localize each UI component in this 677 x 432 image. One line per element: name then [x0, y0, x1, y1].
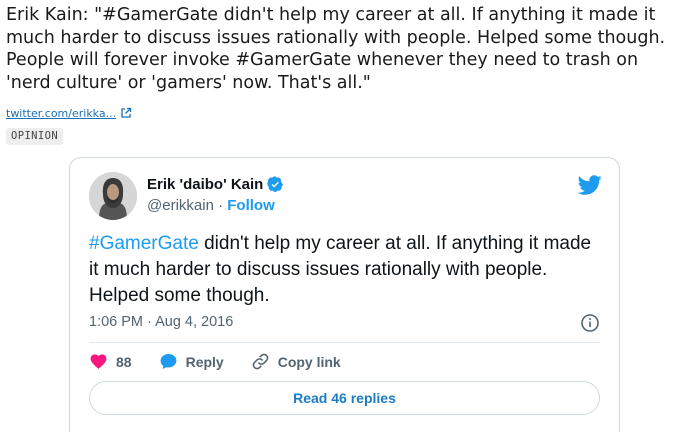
reply-button[interactable]: Reply — [159, 352, 224, 371]
avatar[interactable] — [89, 172, 137, 220]
tweet-actions: 88 Reply Copy link — [89, 352, 368, 371]
reply-bubble-icon — [159, 352, 178, 371]
copy-link-button[interactable]: Copy link — [251, 352, 341, 371]
reply-label: Reply — [185, 353, 224, 370]
opinion-badge: OPINION — [6, 128, 64, 145]
read-replies-button[interactable]: Read 46 replies — [89, 381, 600, 415]
like-button[interactable]: 88 — [89, 352, 132, 371]
handle-row: @erikkain · Follow — [147, 197, 275, 214]
link-icon — [251, 352, 270, 371]
like-count: 88 — [116, 353, 132, 370]
follow-button[interactable]: Follow — [227, 197, 275, 214]
external-link-icon[interactable] — [120, 104, 132, 123]
heart-icon — [89, 352, 108, 371]
article-quote: Erik Kain: "#GamerGate didn't help my ca… — [6, 5, 666, 93]
twitter-bird-icon[interactable] — [577, 173, 602, 197]
author-name[interactable]: Erik 'daibo' Kain — [147, 176, 263, 193]
tweet-text: #GamerGate didn't help my career at all.… — [89, 231, 594, 309]
source-row: twitter.com/erikka... — [6, 104, 132, 123]
copy-link-label: Copy link — [277, 353, 341, 370]
author-name-row: Erik 'daibo' Kain — [147, 176, 284, 193]
author-handle[interactable]: @erikkain — [147, 197, 214, 214]
divider — [89, 342, 600, 343]
hashtag-link[interactable]: #GamerGate — [89, 233, 199, 254]
tweet-timestamp[interactable]: 1:06 PM · Aug 4, 2016 — [89, 314, 233, 330]
info-icon[interactable] — [580, 313, 600, 333]
embedded-tweet: Erik 'daibo' Kain @erikkain · Follow #Ga… — [69, 157, 620, 432]
separator-dot: · — [218, 197, 224, 214]
source-link[interactable]: twitter.com/erikka... — [6, 107, 116, 120]
verified-badge-icon — [267, 176, 284, 193]
